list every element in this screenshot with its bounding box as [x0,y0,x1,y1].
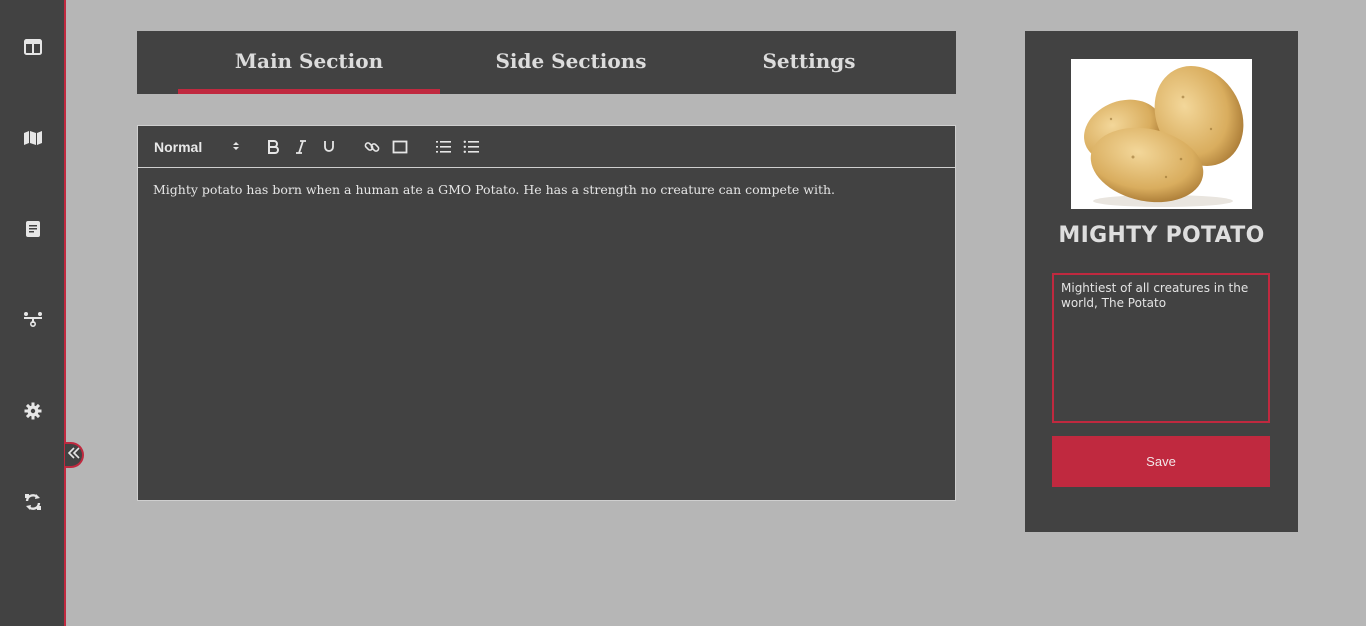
format-select-value: Normal [154,139,203,155]
dashboard-icon[interactable] [22,36,44,58]
rich-text-editor: Normal Mighty potato has born when a hum… [137,125,956,501]
tab-side-sections[interactable]: Side Sections [440,31,702,94]
gear-icon[interactable] [22,400,44,422]
double-chevron-left-icon [67,446,81,465]
italic-icon[interactable] [293,137,309,157]
hierarchy-icon[interactable] [22,308,44,330]
book-icon[interactable] [22,218,44,240]
editor-toolbar: Normal [138,126,955,168]
select-arrows-icon [232,139,240,155]
format-select[interactable]: Normal [154,137,240,157]
bullet-list-icon[interactable] [462,137,480,157]
section-tabs: Main Section Side Sections Settings [137,31,956,94]
sync-icon[interactable] [22,491,44,513]
character-name: MIGHTY POTATO [1058,223,1265,248]
sidebar-collapse-button[interactable] [65,442,84,468]
save-button[interactable]: Save [1052,436,1270,487]
map-icon[interactable] [22,127,44,149]
tab-settings[interactable]: Settings [702,31,916,94]
editor-content[interactable]: Mighty potato has born when a human ate … [153,181,940,199]
bold-icon[interactable] [265,137,281,157]
character-card: MIGHTY POTATO Mightiest of all creatures… [1025,31,1298,532]
character-image [1071,59,1252,209]
sidebar [0,0,66,626]
ordered-list-icon[interactable] [434,137,452,157]
tab-main-section[interactable]: Main Section [178,31,440,94]
character-description-field[interactable]: Mightiest of all creatures in the world,… [1052,273,1270,423]
image-icon[interactable] [391,137,409,157]
link-icon[interactable] [363,137,381,157]
underline-icon[interactable] [321,137,337,157]
